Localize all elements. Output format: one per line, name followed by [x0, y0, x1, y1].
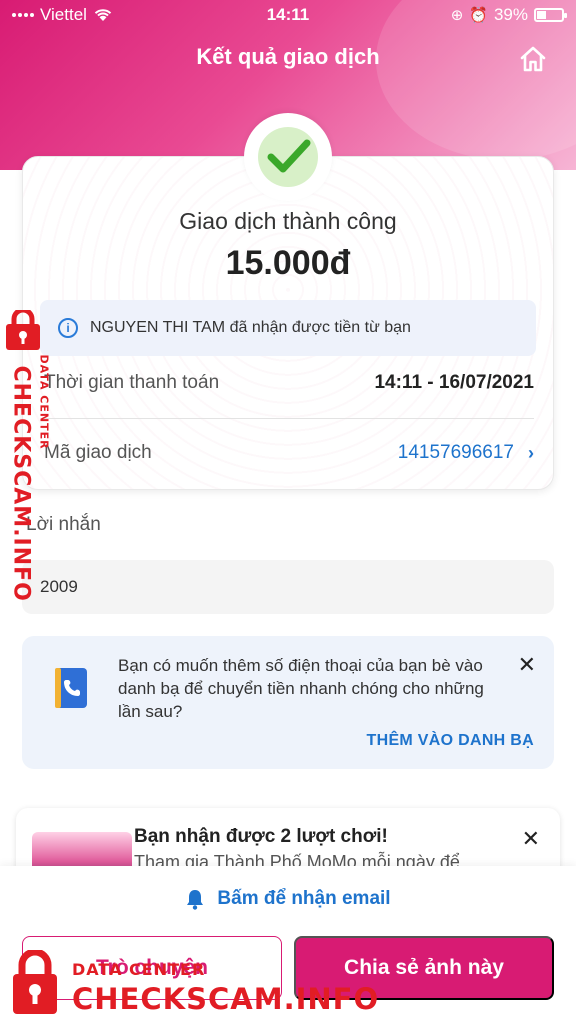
lock-icon	[6, 310, 40, 350]
battery-icon	[534, 8, 567, 22]
chevron-right-icon: ›	[528, 442, 534, 463]
watermark-bottom: DATA CENTER CHECKSCAM.INFO	[0, 944, 378, 1024]
transaction-id-label: Mã giao dịch	[44, 442, 152, 463]
checkmark-icon	[267, 139, 311, 173]
bell-icon	[187, 890, 204, 910]
add-contact-text: Bạn có muốn thêm số điện thoại của bạn b…	[118, 656, 484, 721]
lock-icon	[13, 950, 57, 1014]
status-right: ⊕ ⏰ 39%	[450, 5, 567, 25]
page-title: Kết quả giao dịch	[196, 44, 380, 69]
screen: Viettel 14:11 ⊕ ⏰ 39% Kết quả giao dịch …	[0, 0, 576, 1024]
watermark-site: CHECKSCAM.INFO	[72, 982, 380, 1016]
watermark-data-center: DATA CENTER	[72, 960, 206, 979]
success-badge	[244, 113, 332, 201]
game-promo-title: Bạn nhận được 2 lượt chơi!	[134, 826, 388, 847]
transaction-status: Giao dịch thành công	[179, 208, 397, 234]
add-to-contacts-button[interactable]: THÊM VÀO DANH BẠ	[367, 732, 534, 750]
add-contact-card: Bạn có muốn thêm số điện thoại của bạn b…	[22, 636, 554, 769]
email-receipt-link[interactable]: Bấm để nhận email	[0, 888, 576, 910]
recipient-info-text: NGUYEN THI TAM đã nhận được tiền từ bạn	[90, 319, 411, 336]
watermark-side: DATA CENTER CHECKSCAM.INFO	[0, 310, 60, 602]
close-icon[interactable]: ✕	[522, 826, 540, 852]
recipient-info-box: i NGUYEN THI TAM đã nhận được tiền từ bạ…	[40, 300, 536, 356]
transaction-id-row[interactable]: Mã giao dịch 14157696617 ›	[44, 442, 534, 464]
transaction-id-link[interactable]: 14157696617 ›	[398, 442, 534, 464]
divider	[44, 418, 534, 419]
payment-time-row: Thời gian thanh toán 14:11 - 16/07/2021	[44, 372, 534, 394]
message-box: 2009	[22, 560, 554, 614]
alarm-icon: ⏰	[469, 7, 488, 24]
watermark-site: CHECKSCAM.INFO	[8, 365, 34, 602]
contact-book-icon	[55, 668, 87, 708]
email-link-label: Bấm để nhận email	[217, 888, 391, 909]
payment-time-label: Thời gian thanh toán	[44, 372, 220, 393]
orientation-lock-icon: ⊕	[450, 7, 464, 24]
watermark-data-center: DATA CENTER	[37, 354, 51, 450]
transaction-amount: 15.000đ	[225, 244, 351, 282]
close-icon[interactable]: ✕	[518, 652, 536, 678]
transaction-id-value: 14157696617	[397, 442, 514, 463]
status-bar: Viettel 14:11 ⊕ ⏰ 39%	[0, 0, 576, 30]
payment-time-value: 14:11 - 16/07/2021	[374, 372, 534, 393]
info-icon: i	[58, 318, 78, 338]
battery-percent: 39%	[493, 5, 528, 24]
home-icon[interactable]	[518, 44, 548, 74]
